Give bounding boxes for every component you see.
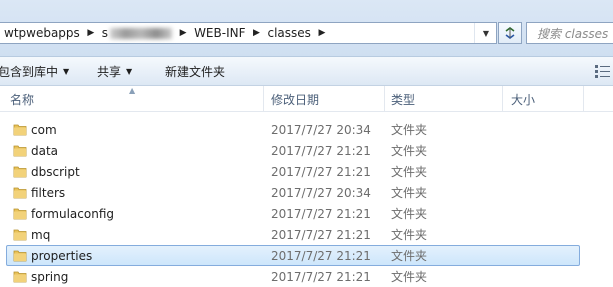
breadcrumb-separator-icon[interactable]: ▶ <box>176 23 190 43</box>
file-row[interactable]: filters 2017/7/27 20:34 文件夹 <box>6 182 580 203</box>
column-header-name[interactable]: 名称 <box>10 86 34 112</box>
file-date: 2017/7/27 21:21 <box>271 248 371 263</box>
view-options-icon[interactable] <box>595 64 611 78</box>
file-name: dbscript <box>31 164 80 179</box>
share-label: 共享 <box>97 64 122 79</box>
folder-icon <box>13 166 27 178</box>
file-date: 2017/7/27 21:21 <box>271 269 371 284</box>
file-date: 2017/7/27 21:21 <box>271 206 371 221</box>
chevron-down-icon: ▼ <box>63 66 70 76</box>
search-input[interactable]: 搜索 classes <box>526 22 613 44</box>
file-date: 2017/7/27 20:34 <box>271 122 371 137</box>
breadcrumb-wtpwebapps[interactable]: wtpwebapps <box>0 23 84 43</box>
file-name: properties <box>31 248 93 263</box>
breadcrumb-redacted-label: s <box>101 26 109 40</box>
file-type: 文件夹 <box>391 249 428 263</box>
file-row[interactable]: formulaconfig 2017/7/27 21:21 文件夹 <box>6 203 580 224</box>
chevron-down-icon: ▼ <box>126 66 133 76</box>
file-row[interactable]: dbscript 2017/7/27 21:21 文件夹 <box>6 161 580 182</box>
folder-icon <box>13 145 27 157</box>
file-type: 文件夹 <box>391 123 428 137</box>
file-name: com <box>31 122 57 137</box>
address-bar-area: wtpwebapps ▶ s ▶ WEB-INF ▶ classes ▶ ▼ 搜… <box>0 0 613 56</box>
file-row[interactable]: com 2017/7/27 20:34 文件夹 <box>6 119 580 140</box>
breadcrumb-redacted[interactable]: s <box>98 23 176 43</box>
file-type: 文件夹 <box>391 186 428 200</box>
column-divider[interactable] <box>263 86 264 112</box>
file-row[interactable]: spring 2017/7/27 21:21 文件夹 <box>6 266 580 287</box>
file-type: 文件夹 <box>391 207 428 221</box>
sort-ascending-icon: ▲ <box>129 86 136 95</box>
folder-icon <box>13 229 27 241</box>
breadcrumb-web-inf[interactable]: WEB-INF <box>190 23 249 43</box>
refresh-button[interactable] <box>498 22 522 44</box>
breadcrumb-separator-icon[interactable]: ▶ <box>250 23 264 43</box>
address-history-dropdown-icon[interactable]: ▼ <box>474 23 497 43</box>
folder-icon <box>13 124 27 136</box>
refresh-icon <box>505 27 515 39</box>
file-date: 2017/7/27 21:21 <box>271 227 371 242</box>
search-placeholder: 搜索 classes <box>537 26 609 41</box>
breadcrumb-classes[interactable]: classes <box>264 23 315 43</box>
folder-icon <box>13 187 27 199</box>
column-headers: ▲ 名称 修改日期 类型 大小 <box>0 86 613 112</box>
file-type: 文件夹 <box>391 270 428 284</box>
file-type: 文件夹 <box>391 144 428 158</box>
folder-icon <box>13 208 27 220</box>
redacted-blur <box>110 27 173 39</box>
column-header-type[interactable]: 类型 <box>391 86 415 112</box>
file-date: 2017/7/27 21:21 <box>271 143 371 158</box>
file-type: 文件夹 <box>391 228 428 242</box>
file-type: 文件夹 <box>391 165 428 179</box>
file-date: 2017/7/27 20:34 <box>271 185 371 200</box>
file-row[interactable]: properties 2017/7/27 21:21 文件夹 <box>6 245 580 266</box>
file-name: data <box>31 143 59 158</box>
folder-icon <box>13 250 27 262</box>
column-header-modified[interactable]: 修改日期 <box>271 86 319 112</box>
column-divider[interactable] <box>583 86 584 112</box>
file-name: formulaconfig <box>31 206 114 221</box>
file-row[interactable]: mq 2017/7/27 21:21 文件夹 <box>6 224 580 245</box>
include-in-library-button[interactable]: 包含到库中 ▼ <box>0 57 69 85</box>
address-bar[interactable]: wtpwebapps ▶ s ▶ WEB-INF ▶ classes ▶ ▼ <box>0 22 497 44</box>
include-in-library-label: 包含到库中 <box>0 64 59 79</box>
new-folder-label: 新建文件夹 <box>165 64 226 79</box>
file-date: 2017/7/27 21:21 <box>271 164 371 179</box>
folder-icon <box>13 271 27 283</box>
breadcrumb-separator-icon[interactable]: ▶ <box>84 23 98 43</box>
breadcrumb-separator-icon[interactable]: ▶ <box>315 23 329 43</box>
file-row[interactable]: data 2017/7/27 21:21 文件夹 <box>6 140 580 161</box>
share-button[interactable]: 共享 ▼ <box>97 57 132 85</box>
file-name: mq <box>31 227 51 242</box>
command-bar: 包含到库中 ▼ 共享 ▼ 新建文件夹 <box>0 56 613 86</box>
file-name: spring <box>31 269 69 284</box>
file-name: filters <box>31 185 66 200</box>
new-folder-button[interactable]: 新建文件夹 <box>165 57 225 85</box>
column-divider[interactable] <box>502 86 503 112</box>
column-divider[interactable] <box>384 86 385 112</box>
column-header-size[interactable]: 大小 <box>511 86 535 112</box>
